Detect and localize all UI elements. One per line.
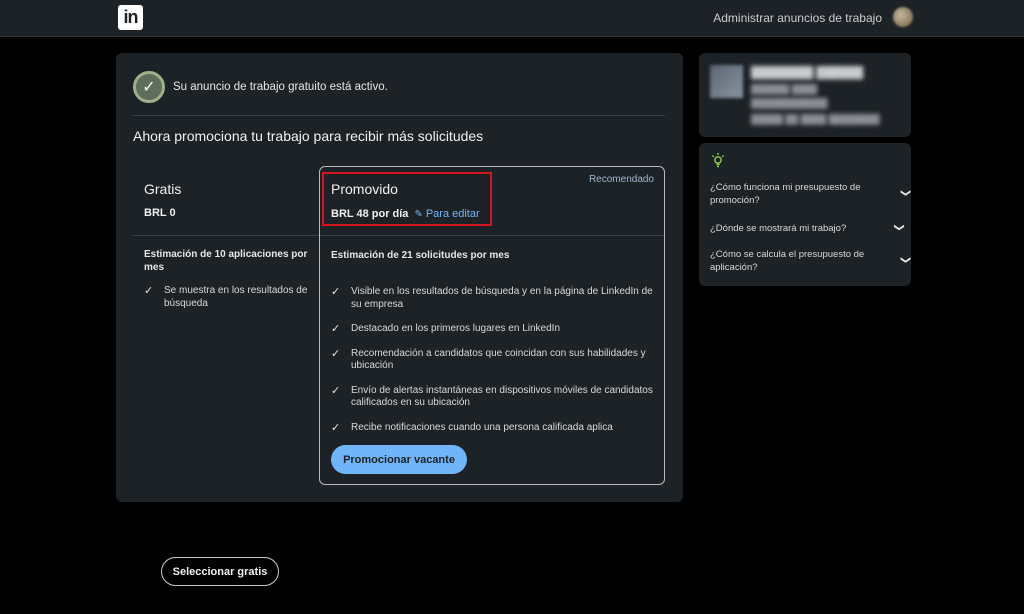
feature-text: Recibe notificaciones cuando una persona… — [351, 421, 613, 433]
select-free-button[interactable]: Seleccionar gratis — [161, 557, 279, 586]
lightbulb-icon — [712, 153, 724, 168]
checkmark-icon: ✓ — [331, 323, 341, 335]
promoted-feature: ✓ Envío de alertas instantáneas en dispo… — [331, 385, 656, 410]
status-row: ✓ Su anuncio de trabajo gratuito está ac… — [133, 71, 388, 103]
top-navigation-bar: in Administrar anuncios de trabajo — [0, 0, 1024, 37]
checkmark-icon: ✓ — [331, 421, 341, 434]
linkedin-logo-icon[interactable]: in — [118, 5, 143, 30]
chevron-down-icon: ❯ — [899, 255, 911, 265]
faq-question: ¿Cómo funciona mi presupuesto de promoci… — [710, 182, 861, 206]
edit-link-label: Para editar — [425, 208, 480, 220]
faq-question: ¿Cómo se calcula el presupuesto de aplic… — [710, 249, 865, 273]
free-plan-title: Gratis — [144, 181, 182, 197]
recommended-badge: Recomendado — [588, 174, 654, 185]
promotion-card: ✓ Su anuncio de trabajo gratuito está ac… — [116, 53, 683, 586]
checkmark-icon: ✓ — [144, 285, 154, 297]
divider — [320, 235, 664, 236]
divider — [133, 115, 665, 116]
company-logo — [710, 65, 743, 98]
faq-item-where[interactable]: ¿Dónde se mostrará mi trabajo? ❯ — [710, 222, 905, 235]
chevron-down-icon: ❯ — [899, 188, 911, 198]
promoted-feature: ✓ Recibe notificaciones cuando una perso… — [331, 422, 656, 435]
promoted-plan-price: BRL 48 por día — [331, 208, 409, 220]
free-plan-feature: ✓ Se muestra en los resultados de búsque… — [144, 285, 314, 310]
page-headline: Ahora promociona tu trabajo para recibir… — [133, 128, 484, 144]
checkmark-icon: ✓ — [331, 384, 341, 397]
user-avatar[interactable] — [893, 7, 913, 27]
redacted-text: █████ ██ ████ ████████ — [751, 114, 880, 124]
check-circle-icon: ✓ — [133, 71, 165, 103]
feature-text: Se muestra en los resultados de búsqueda — [164, 285, 308, 309]
status-text: Su anuncio de trabajo gratuito está acti… — [173, 81, 388, 93]
checkmark-icon: ✓ — [331, 347, 341, 360]
chevron-down-icon: ❯ — [893, 223, 905, 232]
free-plan-column: Gratis BRL 0 Estimación de 10 aplicacion… — [133, 166, 319, 586]
edit-budget-link[interactable]: ✎ Para editar — [414, 208, 479, 220]
redacted-text: ██████ ████ — [751, 84, 818, 94]
promote-vacancy-button[interactable]: Promocionar vacante — [331, 445, 467, 474]
promoted-feature-list: ✓ Visible en los resultados de búsqueda … — [331, 286, 656, 446]
divider — [133, 235, 319, 236]
promoted-feature: ✓ Destacado en los primeros lugares en L… — [331, 323, 656, 336]
free-plan-estimate: Estimación de 10 aplicaciones por mes — [144, 249, 308, 273]
redacted-name: ████████ ██████ — [751, 67, 864, 79]
redacted-text: ████████████ — [751, 98, 828, 108]
promoted-feature: ✓ Visible en los resultados de búsqueda … — [331, 286, 656, 311]
faq-question: ¿Dónde se mostrará mi trabajo? — [710, 223, 847, 234]
promoted-feature: ✓ Recomendación a candidatos que coincid… — [331, 348, 656, 373]
faq-item-budget[interactable]: ¿Cómo funciona mi presupuesto de promoci… — [710, 181, 911, 207]
profile-card: ████████ ██████ ██████ ████ ████████████… — [699, 53, 911, 137]
feature-text: Envío de alertas instantáneas en disposi… — [351, 384, 653, 409]
faq-card: ¿Cómo funciona mi presupuesto de promoci… — [699, 143, 911, 286]
pencil-icon: ✎ — [414, 208, 423, 220]
promoted-plan-estimate: Estimación de 21 solicitudes por mes — [331, 250, 510, 261]
free-plan-price: BRL 0 — [144, 207, 176, 219]
promoted-plan-column: Recomendado Promovido BRL 48 por día ✎ P… — [319, 166, 665, 485]
promoted-price-row: BRL 48 por día ✎ Para editar — [331, 208, 480, 220]
checkmark-icon: ✓ — [331, 286, 341, 298]
promoted-plan-title: Promovido — [331, 181, 398, 197]
faq-item-calculation[interactable]: ¿Cómo se calcula el presupuesto de aplic… — [710, 248, 911, 274]
manage-job-posts-link[interactable]: Administrar anuncios de trabajo — [713, 11, 882, 25]
feature-text: Destacado en los primeros lugares en Lin… — [351, 323, 561, 334]
feature-text: Recomendación a candidatos que coincidan… — [351, 347, 646, 372]
feature-text: Visible en los resultados de búsqueda y … — [351, 286, 653, 310]
